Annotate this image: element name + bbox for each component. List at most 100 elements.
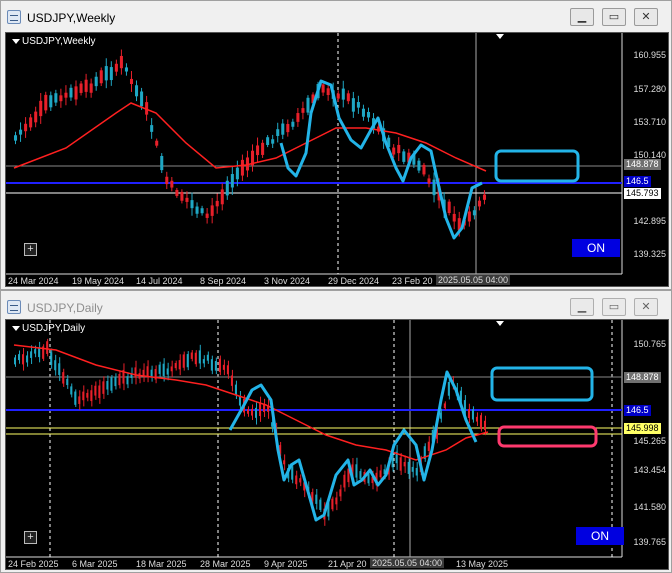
weekly-chart-window[interactable]: USDJPY,Weekly ▁ ▭ ✕ USDJPY,Weekly + ON 1… xyxy=(0,0,672,290)
on-button[interactable]: ON xyxy=(572,239,620,257)
zoom-plus-button[interactable]: + xyxy=(24,531,37,544)
candle-body xyxy=(30,351,33,358)
window-title: USDJPY,Daily xyxy=(27,301,103,315)
chart-canvas xyxy=(6,33,623,275)
minimize-button[interactable]: ▁ xyxy=(570,298,594,316)
candle-body xyxy=(220,189,224,205)
candle-body xyxy=(66,378,69,386)
candle-body xyxy=(99,70,103,84)
candle-body xyxy=(301,108,305,113)
time-tick: 29 Dec 2024 xyxy=(328,276,380,286)
candle-body xyxy=(255,407,258,418)
price-tag: 145.793 xyxy=(624,188,661,199)
candle-body xyxy=(306,97,310,113)
candle-body xyxy=(351,98,355,112)
candle-body xyxy=(98,385,101,399)
candle-body xyxy=(230,174,234,188)
candle-body xyxy=(170,366,173,372)
price-tick: 142.895 xyxy=(633,216,666,226)
candle-body xyxy=(34,111,38,123)
candle-body xyxy=(299,478,302,483)
daily-chart-window[interactable]: USDJPY,Daily ▁ ▭ ✕ USDJPY,Daily + ON 150… xyxy=(0,290,672,573)
candle-body xyxy=(226,365,229,375)
candle-body xyxy=(46,341,49,354)
candle-body xyxy=(170,180,174,188)
candle-body xyxy=(411,466,414,472)
candle-body xyxy=(483,420,486,431)
candle-body xyxy=(146,366,149,377)
close-icon: ✕ xyxy=(641,300,651,313)
title-bar[interactable]: USDJPY,Weekly ▁ ▭ ✕ xyxy=(1,1,671,35)
candle-body xyxy=(124,67,128,72)
time-tick: 9 Apr 2025 xyxy=(264,559,308,569)
drawn-trend-line xyxy=(228,370,478,522)
candle-body xyxy=(18,354,21,361)
candle-body xyxy=(319,499,322,510)
candle-body xyxy=(315,494,318,504)
candle-body xyxy=(359,471,362,479)
candle-body xyxy=(210,205,214,216)
chevron-down-icon[interactable] xyxy=(12,39,20,44)
candle-body xyxy=(178,360,181,370)
candle-body xyxy=(166,368,169,375)
candle-body xyxy=(467,409,470,419)
zoom-plus-button[interactable]: + xyxy=(24,243,37,256)
candle-body xyxy=(321,84,325,93)
candle-body xyxy=(339,489,342,497)
candle-body xyxy=(392,147,396,155)
candle-body xyxy=(276,129,280,136)
candle-body xyxy=(366,111,371,118)
maximize-button[interactable]: ▭ xyxy=(602,8,626,26)
candle-body xyxy=(84,79,88,92)
candle-body xyxy=(110,377,113,391)
symbol-label: USDJPY,Weekly xyxy=(22,36,96,47)
candle-body xyxy=(106,381,109,390)
time-tick: 23 Feb 20 xyxy=(392,276,433,286)
price-tag: 148.878 xyxy=(624,372,661,383)
on-button[interactable]: ON xyxy=(576,527,624,545)
candle-body xyxy=(403,462,406,467)
price-chart[interactable]: USDJPY,Daily + ON 150.765 143.454 141.58… xyxy=(5,319,669,570)
candle-body xyxy=(234,384,237,396)
price-tag: 145.998 xyxy=(624,423,661,434)
time-tick: 24 Mar 2024 xyxy=(8,276,59,286)
candle-body xyxy=(206,354,209,361)
candle-body xyxy=(24,123,28,132)
moving-average-line xyxy=(13,344,489,461)
close-icon: ✕ xyxy=(641,10,651,23)
candle-body xyxy=(472,210,476,216)
close-button[interactable]: ✕ xyxy=(634,298,658,316)
candle-body xyxy=(367,474,370,484)
chevron-down-icon[interactable] xyxy=(12,326,20,331)
candle-body xyxy=(240,159,244,176)
time-tick: 19 May 2024 xyxy=(72,276,125,286)
candle-body xyxy=(467,211,471,222)
candle-body xyxy=(94,76,98,87)
candle-body xyxy=(281,123,285,135)
candle-body xyxy=(238,396,241,406)
candle-body xyxy=(477,200,481,207)
candle-body xyxy=(190,200,194,209)
candle-body xyxy=(447,201,451,214)
candle-body xyxy=(198,350,201,364)
price-tag: 146.5 xyxy=(624,405,651,416)
candle-body xyxy=(482,194,486,200)
candle-body xyxy=(64,92,68,98)
candle-body xyxy=(361,108,365,117)
minimize-button[interactable]: ▁ xyxy=(570,8,594,26)
price-chart[interactable]: USDJPY,Weekly + ON 160.955 157.280 153.7… xyxy=(5,32,669,287)
candle-body xyxy=(175,189,179,196)
candle-body xyxy=(479,415,482,430)
candle-body xyxy=(356,102,360,108)
candle-body xyxy=(447,381,450,396)
drawn-rectangle xyxy=(497,425,598,448)
drawn-trend-line xyxy=(279,79,483,240)
time-tick: 13 May 2025 xyxy=(456,559,509,569)
time-tick: 18 Mar 2025 xyxy=(136,559,187,569)
candle-body xyxy=(78,396,81,404)
minimize-icon: ▁ xyxy=(577,300,587,313)
candle-body xyxy=(194,352,197,365)
maximize-button[interactable]: ▭ xyxy=(602,298,626,316)
close-button[interactable]: ✕ xyxy=(634,8,658,26)
candle-body xyxy=(135,85,139,97)
